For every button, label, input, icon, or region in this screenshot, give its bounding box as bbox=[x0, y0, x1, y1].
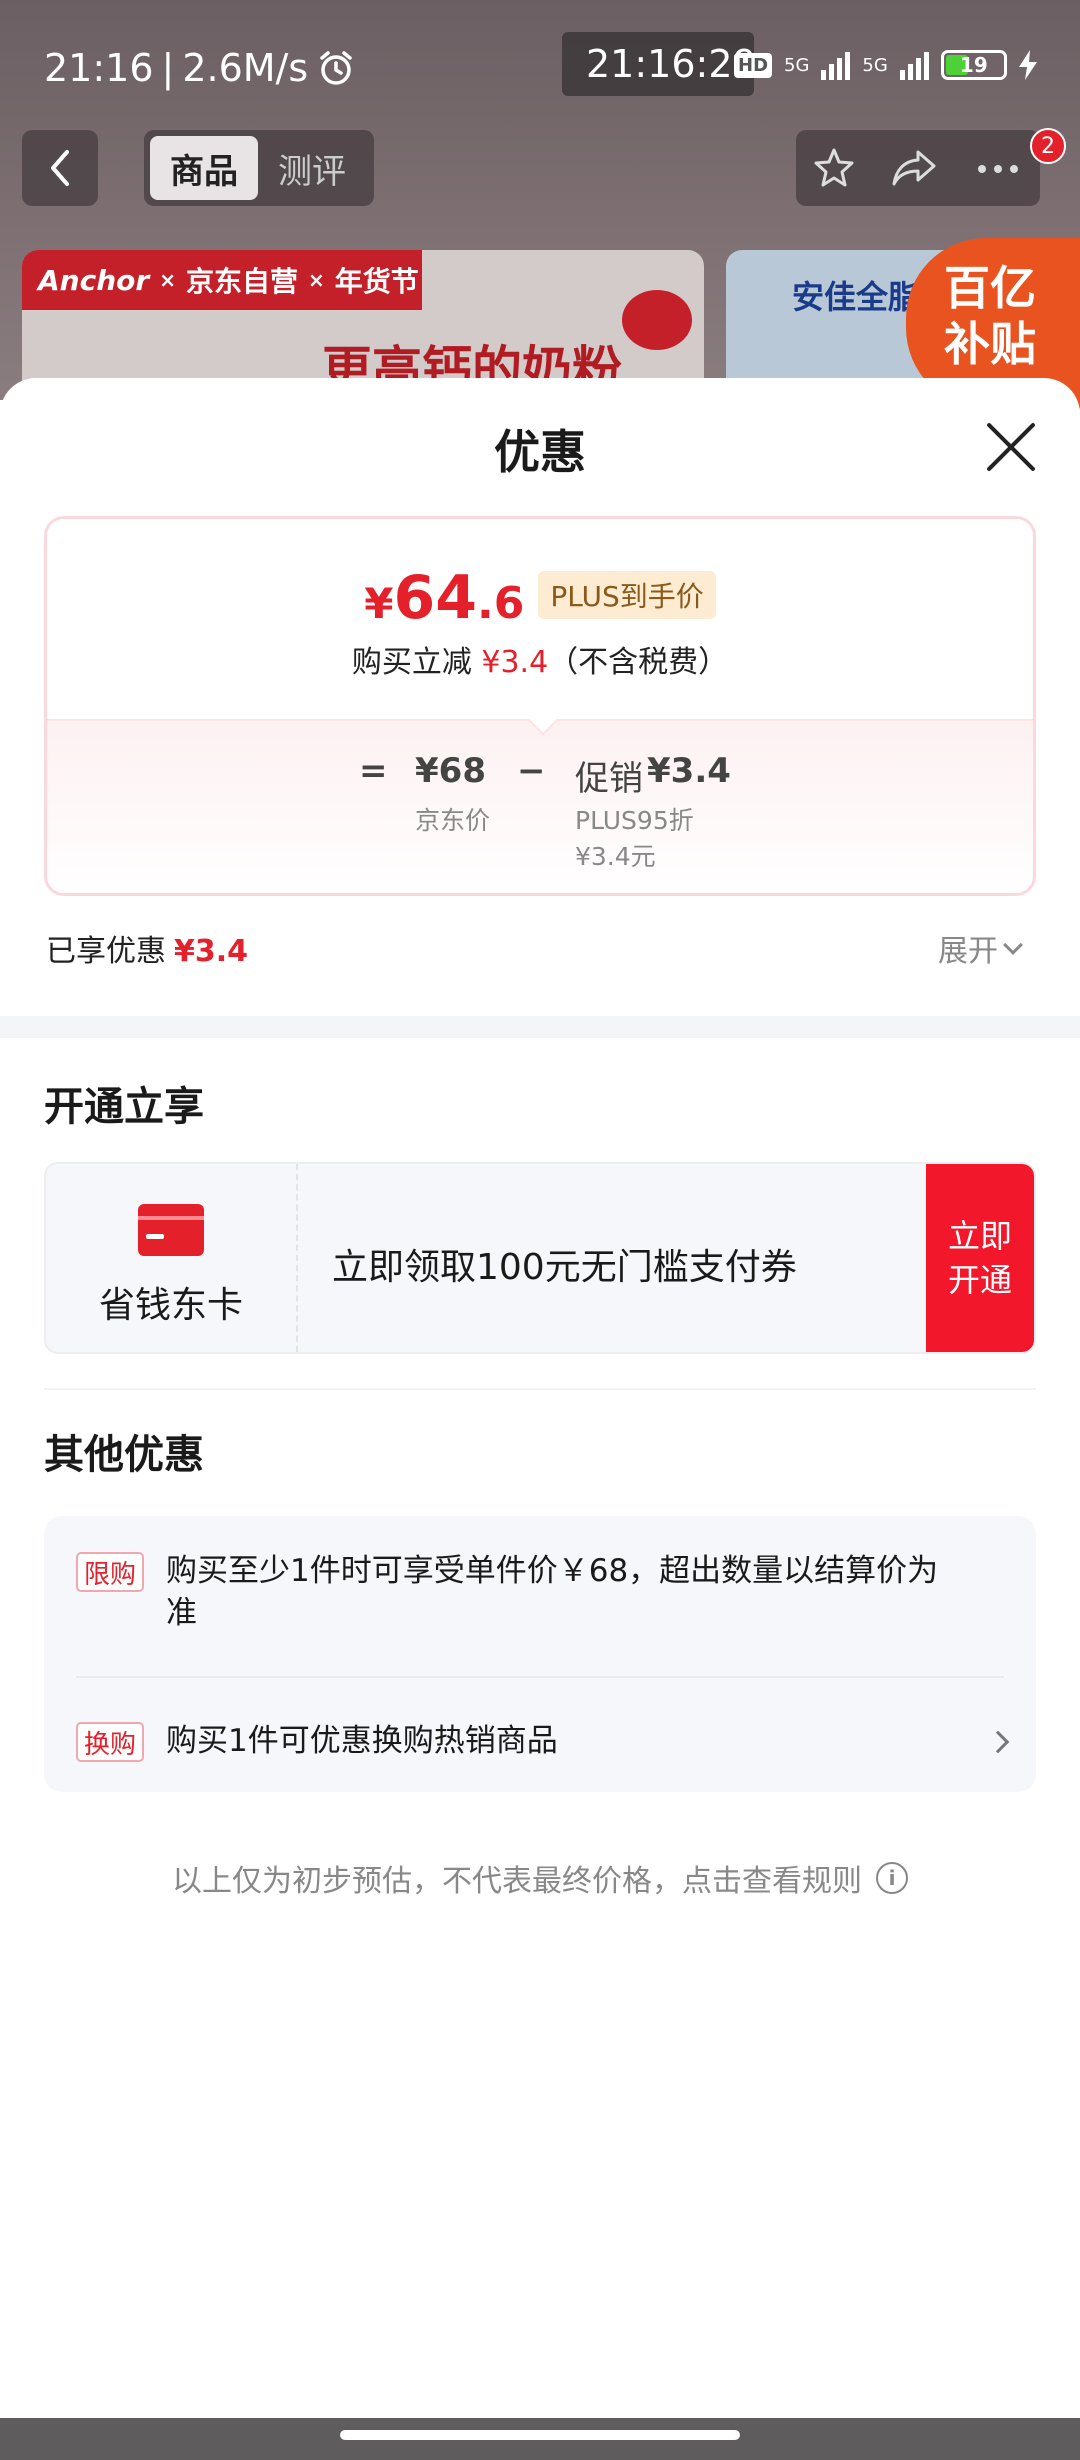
message-badge: 2 bbox=[1030, 128, 1066, 164]
section-divider bbox=[0, 1016, 1080, 1038]
membership-card[interactable]: 省钱东卡 立即领取100元无门槛支付券 立即开通 bbox=[44, 1162, 1036, 1354]
status-clock: 21:16:29 bbox=[586, 42, 757, 86]
hd-icon: HD bbox=[734, 52, 773, 78]
final-price: ¥64.6 bbox=[364, 563, 524, 633]
price-breakdown: = ¥68 京东价 − 促销 ¥3.4 PLUS95折 ¥3.4元 bbox=[47, 719, 1033, 893]
banner-festival: 年货节 bbox=[334, 265, 419, 298]
disclaimer-text: 以上仅为初步预估，不代表最终价格，点击查看规则 bbox=[172, 1864, 862, 1899]
currency-symbol: ¥ bbox=[364, 579, 394, 628]
signal-icon-1 bbox=[821, 50, 851, 80]
expand-button[interactable]: 展开 bbox=[938, 926, 1023, 970]
enjoyed-discount: 已享优惠 ¥3.4 bbox=[46, 926, 248, 970]
plus-price-tag: PLUS到手价 bbox=[538, 571, 716, 619]
close-icon[interactable] bbox=[984, 420, 1038, 474]
tab-product[interactable]: 商品 bbox=[150, 136, 258, 200]
status-speed: 2.6M/s bbox=[182, 46, 309, 90]
share-icon[interactable] bbox=[890, 146, 938, 190]
jd-price: ¥68 bbox=[415, 751, 486, 791]
promo-desc: PLUS95折 bbox=[575, 806, 694, 835]
minus-sign: − bbox=[517, 751, 546, 791]
system-nav-bar bbox=[0, 2418, 1080, 2460]
price-integer: 64 bbox=[393, 563, 478, 633]
other-section-title: 其他优惠 bbox=[44, 1432, 204, 1478]
discount-suffix: （不含税费） bbox=[548, 645, 729, 680]
offer-text-limit: 购买至少1件时可享受单件价￥68，超出数量以结算价为准 bbox=[166, 1553, 939, 1631]
membership-name: 省钱东卡 bbox=[98, 1285, 243, 1326]
network-type-1: 5G bbox=[784, 54, 810, 76]
tab-review[interactable]: 测评 bbox=[258, 136, 366, 200]
banner-x-2: × bbox=[307, 268, 325, 292]
offer-item-exchange[interactable]: 换购 购买1件可优惠换购热销商品 bbox=[76, 1720, 1016, 1764]
offer-item-limit: 限购 购买至少1件时可享受单件价￥68，超出数量以结算价为准 bbox=[76, 1550, 1016, 1640]
signal-icon-2 bbox=[899, 50, 929, 80]
status-time: 21:16 bbox=[44, 46, 154, 90]
equals-sign: = bbox=[359, 751, 388, 791]
back-button[interactable] bbox=[22, 130, 98, 206]
discount-amount: ¥3.4 bbox=[481, 645, 549, 680]
discount-sheet: 优惠 ¥64.6 PLUS到手价 购买立减 ¥3.4（不含税费） = ¥68 京… bbox=[0, 378, 1080, 2418]
battery-level: 19 bbox=[959, 53, 988, 77]
price-rules-link[interactable]: 以上仅为初步预估，不代表最终价格，点击查看规则 i bbox=[0, 1856, 1080, 1900]
membership-desc: 立即领取100元无门槛支付券 bbox=[332, 1247, 797, 1288]
product-tabs: 商品 测评 bbox=[144, 130, 374, 206]
status-icons: HD 5G 5G 19 bbox=[734, 50, 1037, 80]
open-now-button[interactable]: 立即开通 bbox=[926, 1164, 1034, 1352]
price-decimal: .6 bbox=[477, 578, 525, 629]
info-icon: i bbox=[876, 1862, 908, 1894]
banner-store: 京东自营 bbox=[185, 265, 298, 298]
back-arrow-icon bbox=[51, 150, 69, 186]
card-icon bbox=[138, 1204, 204, 1256]
network-type-2: 5G bbox=[862, 54, 888, 76]
alarm-icon bbox=[320, 51, 352, 85]
open-section-title: 开通立享 bbox=[44, 1084, 204, 1130]
banner-strip: Anchor × 京东自营 × 年货节 bbox=[22, 250, 422, 310]
sheet-title: 优惠 bbox=[494, 425, 586, 479]
price-card: ¥64.6 PLUS到手价 购买立减 ¥3.4（不含税费） = ¥68 京东价 … bbox=[44, 516, 1036, 896]
lantern-decoration bbox=[622, 290, 692, 350]
more-icon[interactable] bbox=[976, 164, 1020, 174]
action-group bbox=[796, 130, 1040, 206]
jd-price-label: 京东价 bbox=[415, 806, 491, 835]
final-price-row: ¥64.6 PLUS到手价 bbox=[47, 563, 1033, 633]
status-left: 21:16 | 2.6M/s bbox=[44, 46, 356, 90]
promo-amount: ¥3.4 bbox=[647, 751, 731, 791]
status-separator: | bbox=[161, 46, 175, 90]
subsidy-line-1: 百亿 bbox=[944, 261, 1036, 315]
subsidy-line-2: 补贴 bbox=[944, 317, 1036, 371]
other-offers: 限购 购买至少1件时可享受单件价￥68，超出数量以结算价为准 换购 购买1件可优… bbox=[44, 1516, 1036, 1792]
offer-tag-exchange: 换购 bbox=[76, 1722, 145, 1762]
discount-prefix: 购买立减 bbox=[351, 645, 472, 680]
enjoyed-amount: ¥3.4 bbox=[174, 934, 249, 969]
offer-text-exchange: 购买1件可优惠换购热销商品 bbox=[166, 1723, 558, 1759]
membership-card-brand: 省钱东卡 bbox=[46, 1164, 298, 1352]
banner-right-title: 安佳全脂 bbox=[792, 278, 921, 316]
home-indicator[interactable] bbox=[340, 2430, 740, 2440]
promo-label: 促销 bbox=[575, 759, 643, 799]
expand-label: 展开 bbox=[938, 934, 998, 969]
chevron-down-icon bbox=[1003, 935, 1023, 955]
open-now-label: 立即开通 bbox=[947, 1217, 1012, 1299]
product-nav-bar: 商品 测评 2 bbox=[0, 128, 1080, 210]
brand-logo: Anchor bbox=[38, 263, 150, 297]
offer-tag-limit: 限购 bbox=[76, 1552, 145, 1592]
instant-discount: 购买立减 ¥3.4（不含税费） bbox=[47, 637, 1033, 681]
banner-x-1: × bbox=[159, 268, 176, 292]
charging-icon bbox=[1018, 50, 1037, 80]
battery-icon: 19 bbox=[940, 50, 1007, 80]
thin-divider bbox=[44, 1388, 1036, 1390]
enjoyed-label: 已享优惠 bbox=[46, 934, 166, 969]
price-summary: ¥64.6 PLUS到手价 购买立减 ¥3.4（不含税费） bbox=[47, 519, 1033, 723]
favorite-star-icon[interactable] bbox=[812, 146, 856, 190]
offer-separator bbox=[76, 1676, 1004, 1678]
status-bar: 21:16 | 2.6M/s 21:16:29 HD 5G 5G 19 bbox=[0, 30, 1080, 100]
promo-desc-amount: ¥3.4元 bbox=[575, 842, 656, 871]
